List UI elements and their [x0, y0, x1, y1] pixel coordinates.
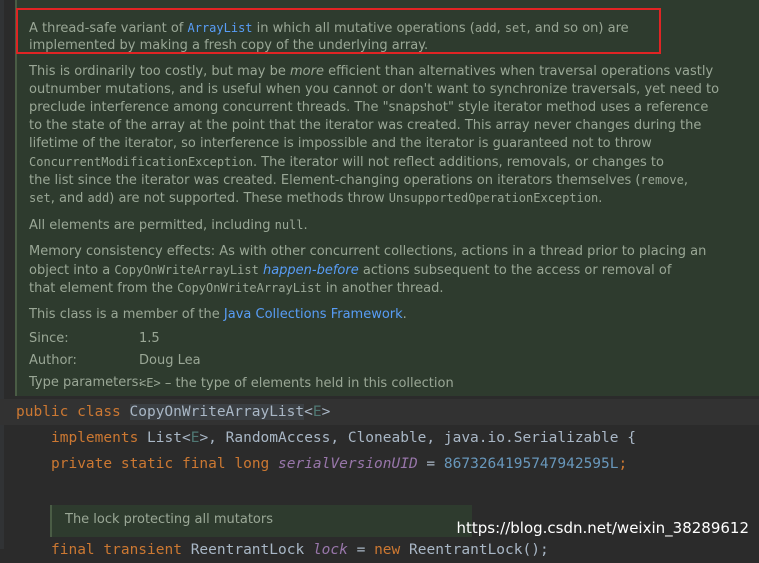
code-line-lock-field[interactable]: final transient ReentrantLock lock = new… [51, 537, 549, 563]
doc-p3: All elements are permitted, including nu… [29, 218, 308, 233]
happen-before-link[interactable]: happen-before [263, 263, 359, 278]
doc-p4-line1: Memory consistency effects: As with othe… [29, 244, 707, 259]
doc-p2-line4: to the state of the array at the point t… [29, 118, 702, 133]
doc-p2-line2: outnumber mutations, and is useful when … [29, 82, 720, 97]
author-value: Doug Lea [139, 353, 201, 368]
doc-p2-line7: the list since the iterator was created.… [29, 173, 689, 188]
doc-p1-line1: A thread-safe variant of ArrayList in wh… [29, 21, 629, 36]
doc-p2-line6: ConcurrentModificationException. The ite… [29, 155, 664, 170]
code-line-implements[interactable]: implements List<E>, RandomAccess, Clonea… [51, 425, 636, 451]
type-params-value: <E> – the type of elements held in this … [139, 376, 454, 391]
doc-p5: This class is a member of the Java Colle… [29, 307, 407, 322]
editor-gutter [0, 0, 4, 549]
watermark-text: https://blog.csdn.net/weixin_38289612 [456, 519, 749, 537]
code-line-serial-version[interactable]: private static final long serialVersionU… [51, 451, 627, 477]
collections-framework-link[interactable]: Java Collections Framework [224, 307, 403, 322]
lock-javadoc-text: The lock protecting all mutators [65, 512, 273, 527]
doc-p2-line5: lifetime of the iterator, so interferenc… [29, 136, 652, 151]
doc-p1-line2: implemented by making a fresh copy of th… [29, 38, 429, 53]
doc-p2-line8: set, and add) are not supported. These m… [29, 191, 603, 206]
since-label: Since: [29, 331, 69, 346]
doc-p4-line3: that element from the CopyOnWriteArrayLi… [29, 281, 444, 296]
arraylist-link[interactable]: ArrayList [188, 21, 253, 35]
doc-p4-line2: object into a CopyOnWriteArrayList happe… [29, 263, 672, 278]
type-params-label: Type parameters: [29, 375, 143, 390]
since-value: 1.5 [139, 331, 160, 346]
code-line-class-declaration[interactable]: public class CopyOnWriteArrayList<E> [16, 399, 330, 425]
doc-p2-line3: preclude interference among concurrent t… [29, 100, 709, 115]
doc-p2-line1: This is ordinarily too costly, but may b… [29, 64, 714, 79]
author-label: Author: [29, 353, 77, 368]
